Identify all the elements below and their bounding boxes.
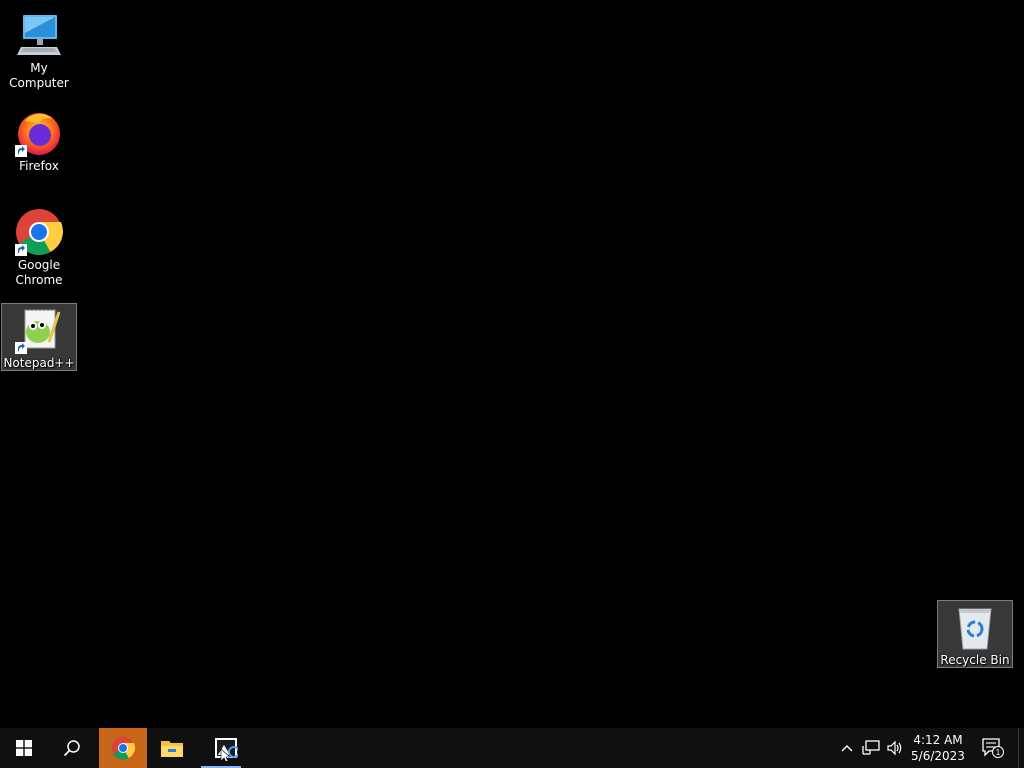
desktop-icon-label: Google Chrome xyxy=(15,258,63,287)
desktop-icon-label: My Computer xyxy=(9,61,69,90)
desktop-icon-label: Notepad++ xyxy=(3,356,75,370)
tray-overflow-button[interactable] xyxy=(836,728,858,768)
speaker-icon xyxy=(887,740,902,756)
shortcut-arrow-icon xyxy=(15,145,27,157)
firefox-icon xyxy=(15,109,63,157)
windows-start-icon xyxy=(16,740,32,756)
shortcut-arrow-icon xyxy=(15,244,27,256)
image-app-icon xyxy=(215,738,238,761)
desktop-icon-recycle-bin[interactable]: Recycle Bin xyxy=(937,600,1013,668)
recycle-bin-icon xyxy=(951,603,999,651)
taskbar-clock[interactable]: 4:12 AM 5/6/2023 xyxy=(906,728,970,768)
show-desktop-button[interactable] xyxy=(1018,728,1024,768)
notification-count: 1 xyxy=(996,748,1001,757)
notification-icon: 1 xyxy=(982,738,1004,758)
chrome-icon xyxy=(111,736,135,760)
start-button[interactable] xyxy=(0,728,48,768)
search-button[interactable] xyxy=(48,728,96,768)
desktop: My Computer Firefox Google Chrome Notepa… xyxy=(0,0,1024,728)
taskbar-app-image-viewer[interactable] xyxy=(197,728,245,768)
desktop-icon-label: Firefox xyxy=(19,159,59,173)
desktop-icon-notepadpp[interactable]: Notepad++ xyxy=(1,303,77,371)
notepadpp-icon xyxy=(15,306,63,354)
tray-volume-button[interactable] xyxy=(884,728,906,768)
desktop-icon-google-chrome[interactable]: Google Chrome xyxy=(1,205,77,289)
chevron-up-icon xyxy=(841,745,853,752)
taskbar-app-file-explorer[interactable] xyxy=(148,728,196,768)
taskbar-app-chrome[interactable] xyxy=(99,728,147,768)
clock-date: 5/6/2023 xyxy=(911,749,965,763)
desktop-icon-label: Recycle Bin xyxy=(940,653,1010,667)
taskbar: 4:12 AM 5/6/2023 1 xyxy=(0,728,1024,768)
search-icon xyxy=(63,740,80,757)
computer-icon xyxy=(15,11,63,59)
action-center-button[interactable]: 1 xyxy=(978,728,1008,768)
clock-time: 4:12 AM xyxy=(913,733,963,747)
network-icon xyxy=(862,740,880,755)
desktop-icon-my-computer[interactable]: My Computer xyxy=(1,8,77,92)
folder-icon xyxy=(161,741,183,757)
shortcut-arrow-icon xyxy=(15,342,27,354)
desktop-icon-firefox[interactable]: Firefox xyxy=(1,106,77,175)
tray-network-button[interactable] xyxy=(860,728,882,768)
chrome-icon xyxy=(15,208,64,256)
